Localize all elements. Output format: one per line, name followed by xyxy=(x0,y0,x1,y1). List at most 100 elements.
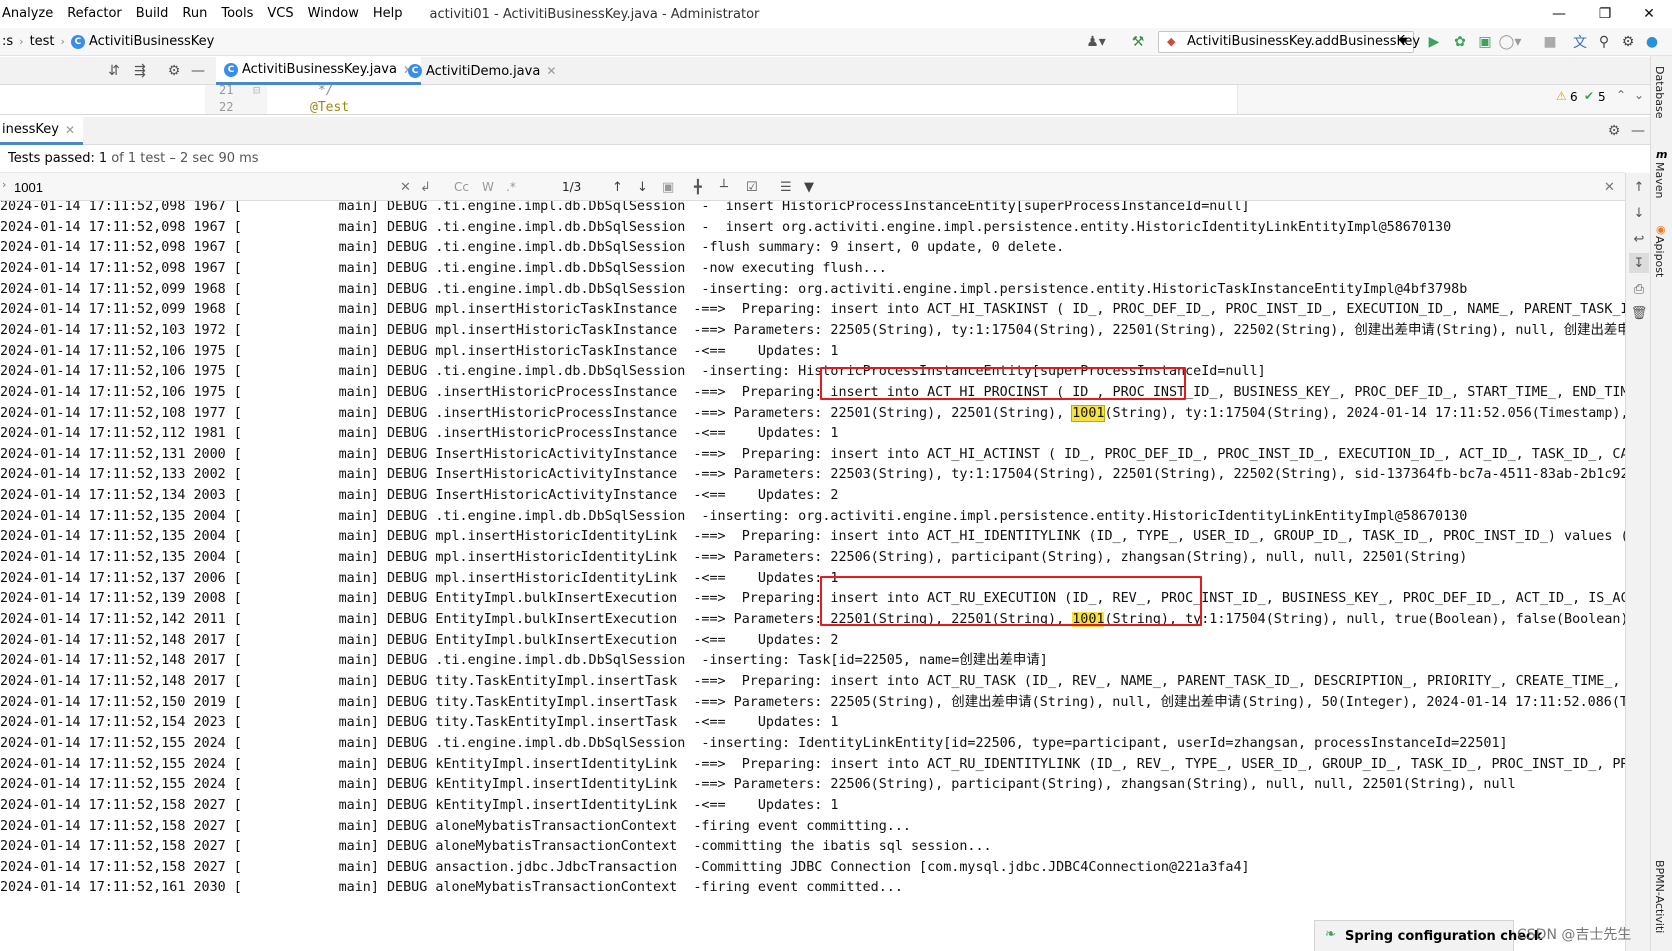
console-line-message: -<== Updates: 2 xyxy=(677,488,839,504)
menu-refactor[interactable]: Refactor xyxy=(60,0,129,28)
translate-icon[interactable]: 文 xyxy=(1570,32,1590,52)
filter-icon[interactable]: ▼ xyxy=(804,177,814,197)
menu-run[interactable]: Run xyxy=(175,0,214,28)
close-search-icon[interactable]: ✕ xyxy=(1604,177,1615,197)
search-icon[interactable]: ⚲ xyxy=(1594,32,1614,52)
filter-list-icon[interactable]: ☰ xyxy=(780,177,792,197)
annotation-red-box xyxy=(820,576,1202,626)
close-window-button[interactable]: ✕ xyxy=(1626,0,1672,28)
remove-occurrence-icon[interactable]: ┴ xyxy=(720,177,728,197)
console-line-prefix: 2024-01-14 17:11:52,155 2024 [ main] DEB… xyxy=(0,756,678,772)
console-line: 2024-01-14 17:11:52,139 2008 [ main] DEB… xyxy=(0,588,1625,610)
menu-tools[interactable]: Tools xyxy=(214,0,260,28)
search-input[interactable] xyxy=(12,176,412,198)
hide-icon[interactable]: — xyxy=(1628,121,1648,141)
code-editor[interactable]: 21 22 ⊟ */ @Test ⚠ 6 ✔ 5 ⌃ ⌄ xyxy=(0,85,1650,115)
breadcrumb-test[interactable]: test xyxy=(30,34,55,49)
spring-config-check-popup[interactable]: ❧ Spring configuration check xyxy=(1314,920,1542,951)
soft-wrap-icon[interactable]: ↩ xyxy=(1629,229,1649,249)
console-line-message: -committing the ibatis sql session... xyxy=(677,839,992,855)
scroll-to-end-icon[interactable]: ↧ xyxy=(1629,253,1649,273)
console-line-prefix: 2024-01-14 17:11:52,158 2027 [ main] DEB… xyxy=(0,839,678,855)
console-output[interactable]: 2024-01-14 17:11:52,098 1967 [ main] DEB… xyxy=(0,201,1625,951)
chevron-down-icon[interactable]: ⌄ xyxy=(1634,88,1644,102)
console-line: 2024-01-14 17:11:52,150 2019 [ main] DEB… xyxy=(0,692,1625,714)
console-line-message: -<== Updates: 1 xyxy=(677,797,839,813)
console-line: 2024-01-14 17:11:52,158 2027 [ main] DEB… xyxy=(0,836,1625,858)
add-occurrence-icon[interactable]: ╋ xyxy=(694,177,702,197)
regex-toggle[interactable]: .* xyxy=(506,177,516,197)
gear-icon[interactable]: ⚙ xyxy=(1604,121,1624,141)
plugin-logo-icon[interactable]: ● xyxy=(1642,32,1662,52)
run-configuration-select[interactable]: ◆ ActivitiBusinessKey.addBusinessKey ▼ xyxy=(1158,31,1420,53)
console-line-prefix: 2024-01-14 17:11:52,106 1975 [ main] DEB… xyxy=(0,343,678,359)
expand-all-icon[interactable]: ⇵ xyxy=(104,61,124,81)
arrow-up-icon[interactable]: ↑ xyxy=(1629,177,1649,197)
console-line-message: -==> Preparing: insert into ACT_HI_IDENT… xyxy=(677,529,1625,545)
debug-icon[interactable]: ✿ xyxy=(1450,32,1470,52)
minimize-button[interactable]: — xyxy=(1536,0,1582,28)
chevron-down-icon: ▼ xyxy=(1399,36,1407,47)
bpmn-tool-tab[interactable]: BPMN-Activiti xyxy=(1653,860,1666,933)
menu-window[interactable]: Window xyxy=(301,0,366,28)
run-icon[interactable]: ▶ xyxy=(1424,32,1444,52)
close-tab-icon[interactable]: ✕ xyxy=(65,123,75,137)
settings-gear-icon[interactable]: ⚙ xyxy=(1618,32,1638,52)
console-line: 2024-01-14 17:11:52,142 2011 [ main] DEB… xyxy=(0,609,1625,631)
console-line: 2024-01-14 17:11:52,158 2027 [ main] DEB… xyxy=(0,857,1625,879)
breadcrumb-module[interactable]: :s xyxy=(2,34,13,49)
select-all-icon[interactable]: ▣ xyxy=(662,177,674,197)
breadcrumb-separator-icon: › xyxy=(19,35,24,48)
editor-right-area: ⚠ 6 ✔ 5 ⌃ ⌄ xyxy=(1237,85,1650,114)
menu-analyze[interactable]: Analyze xyxy=(0,0,60,28)
tab-activitibusinesskey[interactable]: C ActivitiBusinessKey.java ✕ xyxy=(216,57,422,85)
console-line-message: -<== Updates: 1 xyxy=(677,715,839,731)
stop-icon[interactable]: ■ xyxy=(1540,32,1560,52)
words-toggle[interactable]: W xyxy=(482,177,494,197)
console-line-prefix: 2024-01-14 17:11:52,154 2023 [ main] DEB… xyxy=(0,715,678,731)
breadcrumb-class[interactable]: ActivitiBusinessKey xyxy=(89,34,214,49)
select-occurrences-icon[interactable]: ☑ xyxy=(746,177,758,197)
check-icon[interactable]: ✔ xyxy=(1584,89,1594,103)
apipost-tool-tab[interactable]: Apipost xyxy=(1653,236,1666,277)
arrow-down-icon[interactable]: ↓ xyxy=(1629,203,1649,223)
clear-trash-icon[interactable]: 🗑 xyxy=(1629,303,1649,323)
console-line-prefix: 2024-01-14 17:11:52,148 2017 [ main] DEB… xyxy=(0,653,686,669)
console-line: 2024-01-14 17:11:52,148 2017 [ main] DEB… xyxy=(0,671,1625,693)
profile-icon[interactable]: ◯▾ xyxy=(1499,32,1522,52)
arrow-up-icon[interactable]: ↑ xyxy=(612,177,623,197)
hide-icon[interactable]: — xyxy=(188,61,208,81)
tab-activitidemo[interactable]: C ActivitiDemo.java ✕ xyxy=(400,57,564,85)
user-icon[interactable]: ♟▾ xyxy=(1086,32,1106,52)
menu-build[interactable]: Build xyxy=(129,0,176,28)
console-line: 2024-01-14 17:11:52,131 2000 [ main] DEB… xyxy=(0,444,1625,466)
close-tab-icon[interactable]: ✕ xyxy=(546,64,556,78)
menu-bar: Analyze Refactor Build Run Tools VCS Win… xyxy=(0,0,1672,28)
print-icon[interactable]: ⎙ xyxy=(1629,279,1649,299)
console-line: 2024-01-14 17:11:52,161 2030 [ main] DEB… xyxy=(0,877,1625,899)
arrow-down-icon[interactable]: ↓ xyxy=(637,177,648,197)
database-tool-tab[interactable]: Database xyxy=(1653,66,1666,119)
menu-help[interactable]: Help xyxy=(366,0,410,28)
fold-icon[interactable]: ⊟ xyxy=(253,85,260,97)
tests-passed-count: 1 xyxy=(98,151,108,166)
console-line: 2024-01-14 17:11:52,098 1967 [ main] DEB… xyxy=(0,217,1625,239)
console-line-prefix: 2024-01-14 17:11:52,158 2027 [ main] DEB… xyxy=(0,818,678,834)
collapse-all-icon[interactable]: ⇶ xyxy=(130,61,150,81)
match-case-toggle[interactable]: Cc xyxy=(454,177,469,197)
clear-search-icon[interactable]: ✕ xyxy=(400,177,411,197)
console-line-prefix: 2024-01-14 17:11:52,133 2002 [ main] DEB… xyxy=(0,467,678,483)
chevron-up-icon[interactable]: ⌃ xyxy=(1616,88,1626,102)
search-history-icon[interactable]: › xyxy=(2,178,6,191)
console-line-prefix: 2024-01-14 17:11:52,135 2004 [ main] DEB… xyxy=(0,550,678,566)
menu-vcs[interactable]: VCS xyxy=(260,0,300,28)
newline-icon[interactable]: ↲ xyxy=(420,177,431,197)
console-line: 2024-01-14 17:11:52,135 2004 [ main] DEB… xyxy=(0,506,1625,528)
run-tab[interactable]: inessKey ✕ xyxy=(0,117,84,145)
build-hammer-icon[interactable]: ⚒ xyxy=(1128,32,1148,52)
restore-button[interactable]: ❐ xyxy=(1582,0,1628,28)
coverage-icon[interactable]: ▣ xyxy=(1475,32,1495,52)
maven-tool-tab[interactable]: Maven xyxy=(1653,162,1666,198)
warning-icon[interactable]: ⚠ xyxy=(1556,89,1567,103)
gear-icon[interactable]: ⚙ xyxy=(164,61,184,81)
